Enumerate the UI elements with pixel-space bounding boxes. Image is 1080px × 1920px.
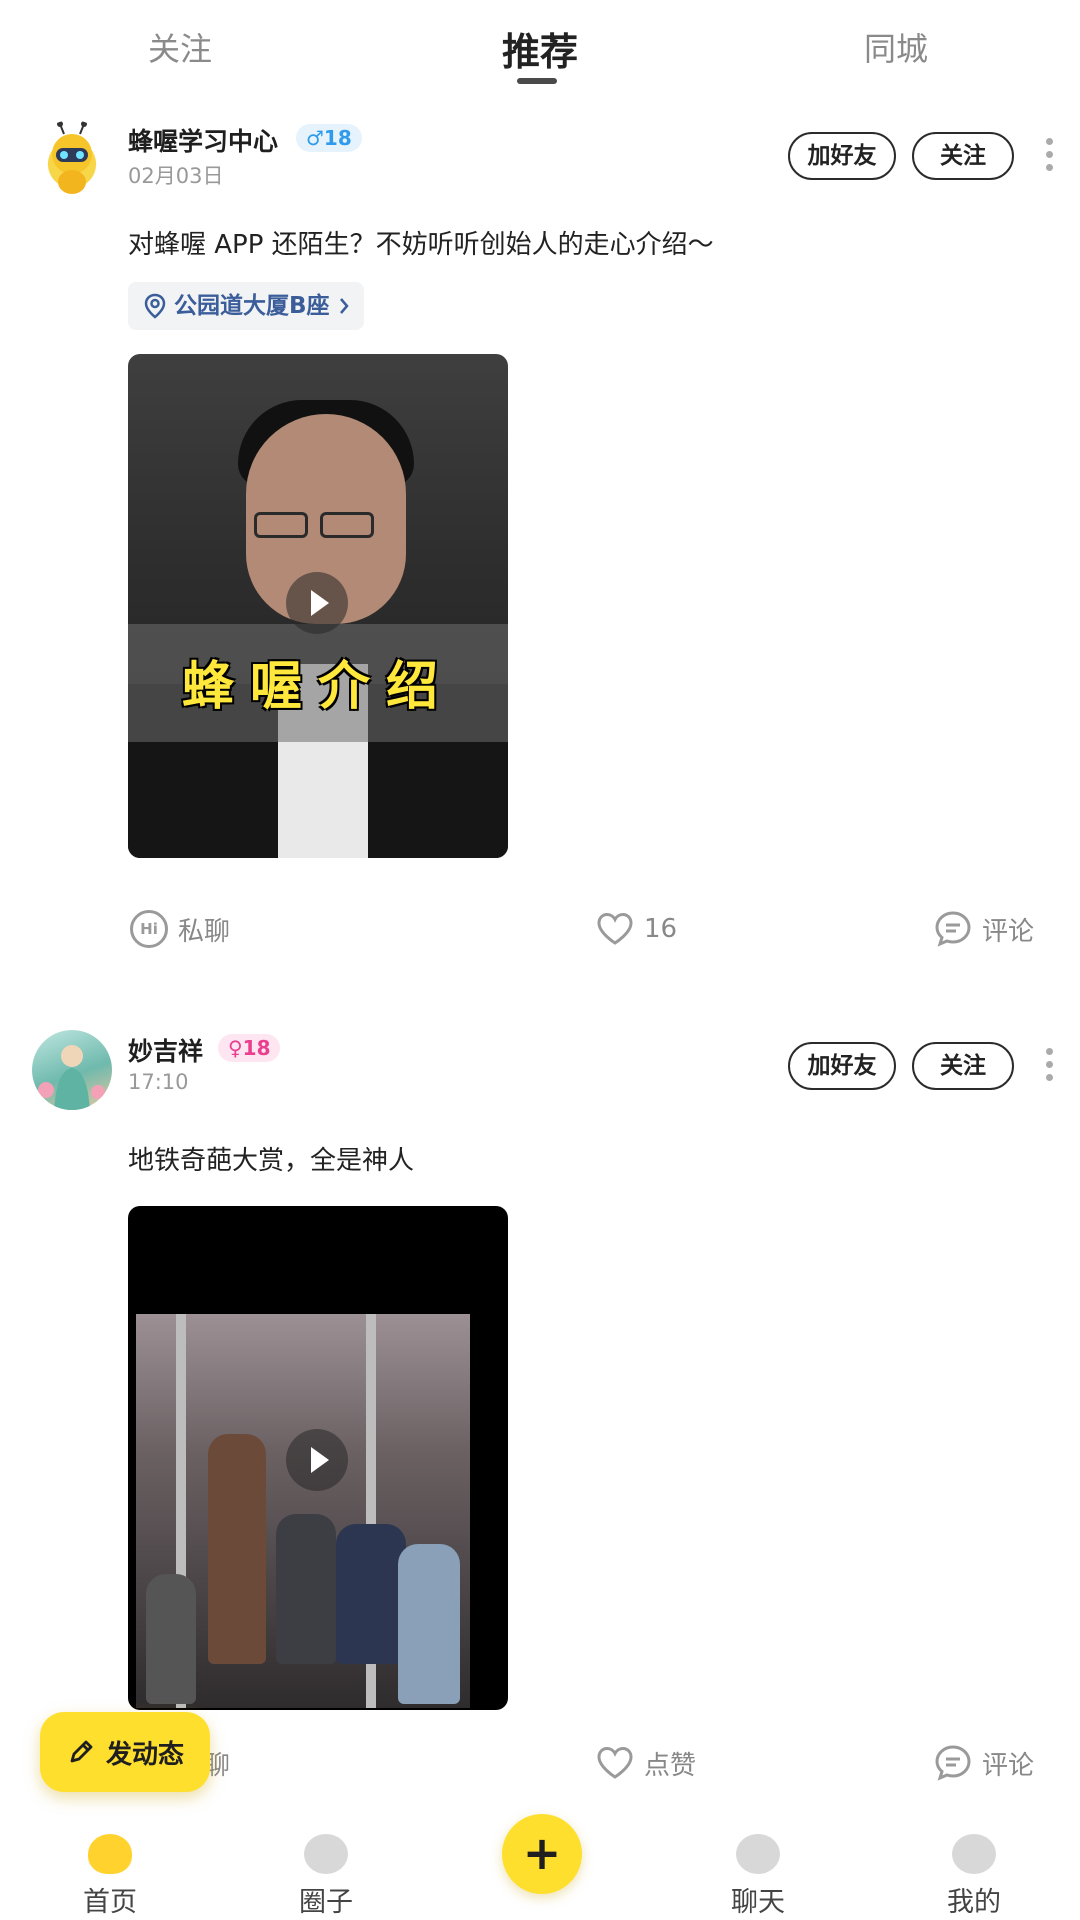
video-thumbnail[interactable] bbox=[128, 1206, 508, 1710]
avatar[interactable] bbox=[32, 120, 112, 200]
avatar-image bbox=[38, 1045, 105, 1110]
top-tab-bar: 关注 推荐 同城 bbox=[0, 0, 1080, 100]
app-root: 关注 推荐 同城 蜂喔学习中心 ♂18 02月03日 加好友 关注 对蜂喔 AP… bbox=[0, 0, 1080, 1920]
play-icon[interactable] bbox=[286, 1429, 348, 1491]
heart-icon bbox=[597, 1746, 633, 1779]
nav-circle-label: 圈子 bbox=[299, 1887, 353, 1918]
subway-scene bbox=[136, 1314, 470, 1708]
more-dots-icon[interactable] bbox=[1046, 1048, 1054, 1084]
location-pin-icon bbox=[144, 293, 166, 319]
more-dots-icon[interactable] bbox=[1046, 138, 1054, 174]
comment-icon bbox=[935, 1745, 971, 1781]
nav-chat[interactable]: 聊天 bbox=[698, 1820, 818, 1919]
gender-age-badge: ♀18 bbox=[218, 1034, 281, 1062]
username[interactable]: 蜂喔学习中心 bbox=[128, 122, 278, 158]
comment-button[interactable]: 评论 bbox=[934, 904, 1034, 954]
post-text: 对蜂喔 APP 还陌生？不妨听听创始人的走心介绍～ bbox=[128, 230, 714, 260]
comment-icon bbox=[935, 911, 971, 947]
nav-me[interactable]: 我的 bbox=[914, 1820, 1034, 1919]
comment-label: 评论 bbox=[982, 916, 1035, 947]
bee-mascot-icon bbox=[52, 121, 92, 194]
post-text: 地铁奇葩大赏，全是神人 bbox=[128, 1146, 415, 1176]
hi-chat-icon: Hi bbox=[130, 910, 168, 948]
follow-button[interactable]: 关注 bbox=[912, 132, 1014, 180]
private-chat-button[interactable]: Hi 私聊 bbox=[130, 904, 230, 954]
tab-local[interactable]: 同城 bbox=[864, 24, 928, 70]
like-count: 16 bbox=[644, 914, 678, 944]
compose-label: 发动态 bbox=[105, 1739, 184, 1770]
add-friend-button[interactable]: 加好友 bbox=[788, 1042, 896, 1090]
location-tag[interactable]: 公园道大厦B座 bbox=[128, 282, 364, 330]
chat-icon bbox=[736, 1834, 780, 1874]
profile-icon bbox=[952, 1834, 996, 1874]
comment-button[interactable]: 评论 bbox=[934, 1738, 1034, 1788]
add-friend-button[interactable]: 加好友 bbox=[788, 132, 896, 180]
post-time: 02月03日 bbox=[128, 164, 224, 188]
circle-icon bbox=[304, 1834, 348, 1874]
username[interactable]: 妙吉祥 bbox=[128, 1032, 203, 1068]
tab-following[interactable]: 关注 bbox=[148, 24, 212, 70]
private-chat-label: 私聊 bbox=[178, 916, 231, 947]
glasses-left bbox=[254, 512, 308, 538]
gender-age-badge: ♂18 bbox=[296, 124, 362, 152]
nav-me-label: 我的 bbox=[947, 1887, 1001, 1918]
post-actions: Hi 私聊 16 评论 bbox=[0, 904, 1080, 954]
post-time: 17:10 bbox=[128, 1070, 189, 1094]
play-icon[interactable] bbox=[286, 572, 348, 634]
chevron-right-icon bbox=[339, 298, 349, 314]
active-tab-indicator bbox=[517, 78, 557, 84]
home-icon bbox=[88, 1834, 132, 1874]
nav-chat-label: 聊天 bbox=[731, 1887, 785, 1918]
bottom-nav-bar: 首页 圈子 + 聊天 我的 bbox=[0, 1814, 1080, 1920]
like-button[interactable]: 点赞 bbox=[596, 1738, 696, 1788]
heart-icon bbox=[597, 912, 633, 945]
like-button[interactable]: 16 bbox=[596, 904, 677, 954]
pen-icon bbox=[70, 1740, 93, 1763]
location-label: 公园道大厦B座 bbox=[174, 293, 330, 319]
nav-circle[interactable]: 圈子 bbox=[266, 1820, 386, 1919]
tab-recommended[interactable]: 推荐 bbox=[502, 21, 578, 76]
avatar[interactable] bbox=[32, 1030, 112, 1110]
compose-post-button[interactable]: 发动态 bbox=[40, 1712, 210, 1792]
follow-button[interactable]: 关注 bbox=[912, 1042, 1014, 1090]
like-label: 点赞 bbox=[644, 1750, 697, 1781]
nav-home-label: 首页 bbox=[83, 1887, 137, 1918]
nav-home[interactable]: 首页 bbox=[50, 1820, 170, 1919]
video-caption: 蜂喔介绍 bbox=[181, 657, 454, 717]
plus-icon[interactable]: + bbox=[502, 1814, 582, 1894]
glasses-right bbox=[320, 512, 374, 538]
comment-label: 评论 bbox=[982, 1750, 1035, 1781]
video-thumbnail[interactable]: 蜂喔介绍 bbox=[128, 354, 508, 858]
